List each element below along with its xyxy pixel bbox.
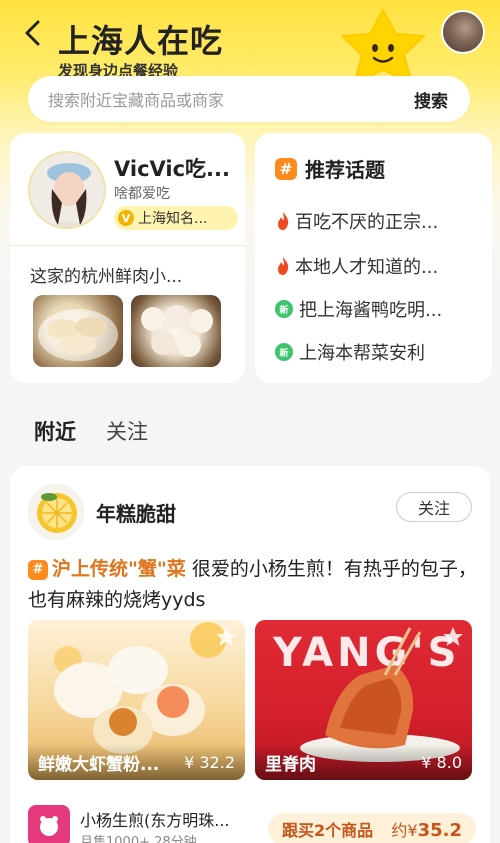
search-bar[interactable]: 搜索附近宝藏商品或商家 搜索 [28,76,470,122]
hashtag-icon: # [275,157,297,180]
new-icon: 新 [275,300,293,318]
featured-user-description: 啥都爱吃 [114,186,170,202]
product-name: 鲜嫩大虾蟹粉... [38,754,160,775]
topic-item[interactable]: 本地人才知道的... [275,253,438,279]
follow-button[interactable]: 关注 [396,492,472,522]
topic-label: 百吃不厌的正宗... [295,212,439,233]
featured-user-name[interactable]: VicVic吃... [114,153,230,183]
topic-item[interactable]: 新 上海本帮菜安利 [275,339,425,365]
topic-label: 把上海酱鸭吃明... [299,300,443,321]
post-text: # 沪上传统"蟹"菜 很爱的小杨生煎！有热乎的包子，也有麻辣的烧烤yyds [28,554,478,616]
user-avatar[interactable] [441,10,485,54]
post-thumbnail-dumplings[interactable] [33,295,123,367]
follow-buy-label: 跟买2个商品 [282,821,374,840]
featured-user-card[interactable]: VicVic吃... 啥都爱吃 V 上海知名... 这家的杭州鲜肉小... [10,133,245,383]
new-icon: 新 [275,343,293,361]
follow-buy-button[interactable]: 跟买2个商品 约¥35.2 [268,813,476,843]
star-icon [216,627,236,646]
product-label: 鲜嫩大虾蟹粉... ¥ 32.2 [28,744,245,780]
deal-shop-name[interactable]: 小杨生煎(东方明珠... [80,807,230,831]
featured-user-badge-label: 上海知名... [138,211,208,227]
topic-label: 本地人才知道的... [295,257,439,278]
search-button[interactable]: 搜索 [414,87,448,112]
topics-title: 推荐话题 [305,158,385,182]
tab-nearby[interactable]: 附近 [34,416,76,446]
topics-header: # 推荐话题 [275,154,385,183]
shop-avatar[interactable] [28,484,84,540]
page-title: 上海人在吃 [58,22,224,60]
product-price: ¥ 32.2 [184,752,235,772]
featured-user-badge: V 上海知名... [114,206,238,230]
topic-item[interactable]: 百吃不厌的正宗... [275,208,438,234]
product-price: ¥ 8.0 [421,752,462,772]
hashtag-icon: # [28,560,48,580]
search-input[interactable]: 搜索附近宝藏商品或商家 [48,87,224,111]
feed-post-card[interactable]: 年糕脆甜 关注 # 沪上传统"蟹"菜 很爱的小杨生煎！有热乎的包子，也有麻辣的烧烤… [10,466,490,843]
verified-icon: V [118,210,134,226]
featured-user-avatar[interactable] [28,151,106,229]
topic-item[interactable]: 新 把上海酱鸭吃明... [275,296,442,322]
post-thumbnail-buns[interactable] [131,295,221,367]
shop-name[interactable]: 年糕脆甜 [96,498,176,527]
deal-shop-meta: 月售1000+ 28分钟 [80,835,197,843]
back-arrow-icon[interactable] [18,18,48,48]
fire-icon [278,257,289,275]
post-topic-link[interactable]: 沪上传统"蟹"菜 [52,558,186,580]
divider [10,245,245,246]
product-card[interactable]: 鲜嫩大虾蟹粉... ¥ 32.2 [28,620,245,780]
product-card[interactable]: YANG'S 里脊肉 ¥ 8.0 [255,620,472,780]
tab-following[interactable]: 关注 [106,416,148,446]
follow-buy-price: 约¥35.2 [391,820,462,841]
star-icon [443,627,463,646]
topic-label: 上海本帮菜安利 [299,343,425,364]
product-label: 里脊肉 ¥ 8.0 [255,744,472,780]
deal-row[interactable]: 小杨生煎(东方明珠... 月售1000+ 28分钟 跟买2个商品 约¥35.2 [10,793,490,843]
fire-icon [278,212,289,230]
recommended-topics-card: # 推荐话题 百吃不厌的正宗... 本地人才知道的... 新 把上海酱鸭吃明..… [255,133,492,383]
shop-logo-icon [28,805,70,843]
featured-post-snippet[interactable]: 这家的杭州鲜肉小... [30,262,182,287]
product-name: 里脊肉 [265,754,316,775]
